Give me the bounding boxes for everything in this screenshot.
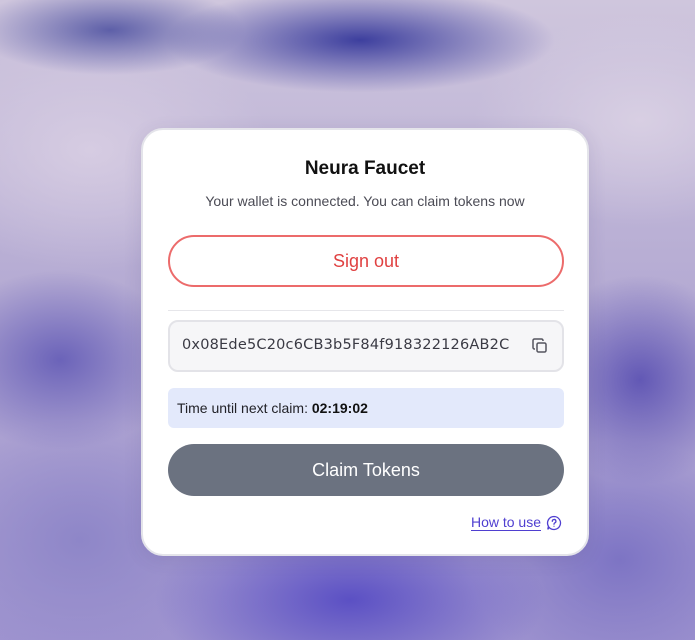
claim-cooldown-notice: Time until next claim: 02:19:02: [168, 388, 564, 428]
timer-label: Time until next claim:: [177, 400, 312, 416]
faucet-card: Neura Faucet Your wallet is connected. Y…: [141, 128, 589, 556]
wallet-address-field: 0x08Ede5C20c6CB3b5F84f918322126AB2C: [168, 320, 564, 372]
divider: [168, 310, 564, 311]
copy-icon[interactable]: [531, 337, 549, 355]
timer-value: 02:19:02: [311, 400, 368, 416]
claim-tokens-button[interactable]: Claim Tokens: [168, 444, 564, 496]
how-to-use-link[interactable]: How to use: [470, 514, 562, 531]
faucet-title: Neura Faucet: [304, 158, 426, 179]
help-circle-icon[interactable]: [546, 515, 562, 531]
sign-out-button[interactable]: Sign out: [168, 235, 564, 287]
wallet-address-text: 0x08Ede5C20c6CB3b5F84f918322126AB2C: [182, 337, 510, 353]
how-to-use-label[interactable]: How to use: [470, 514, 541, 531]
connection-status-text: Your wallet is connected. You can claim …: [205, 193, 525, 209]
